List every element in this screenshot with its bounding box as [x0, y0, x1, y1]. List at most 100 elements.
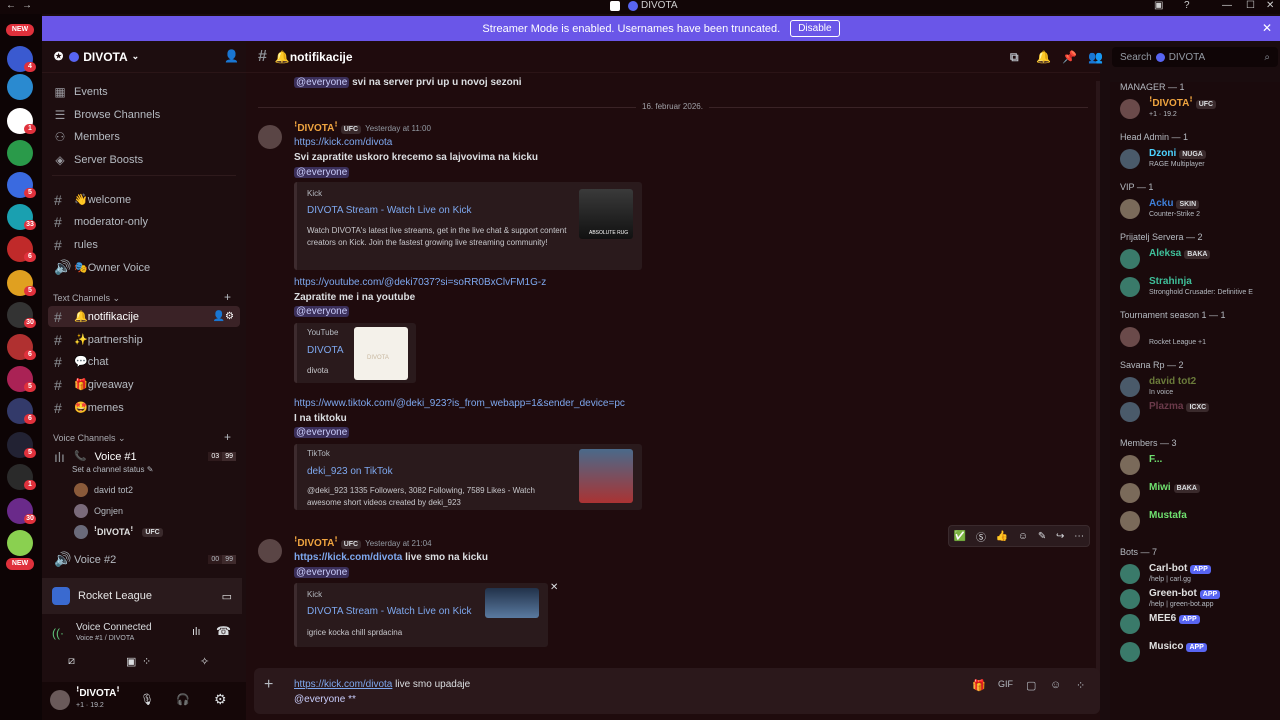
thumbs-up-icon[interactable]: 👍	[996, 531, 1008, 542]
author-name[interactable]: ꜝDIVOTAꜝ	[294, 123, 338, 134]
message-link[interactable]: https://kick.com/divota	[294, 552, 402, 563]
edit-icon[interactable]: ✎	[1038, 531, 1046, 542]
member-row[interactable]: david tot2 In voice	[1120, 375, 1280, 399]
camera-off-icon[interactable]: ⧄	[68, 655, 75, 668]
server-icon[interactable]	[7, 74, 33, 100]
member-row[interactable]: Dzoni NUGA RAGE Multiplayer	[1120, 147, 1280, 171]
help-icon[interactable]: ?	[1184, 0, 1190, 11]
embed-thumbnail[interactable]	[579, 449, 633, 503]
gift-icon[interactable]: 🎁	[972, 679, 986, 692]
member-row[interactable]: Aleksa BAKA	[1120, 247, 1280, 271]
everyone-mention[interactable]: @everyone	[294, 77, 350, 88]
tiktok-link[interactable]: https://www.tiktok.com/@deki_923?is_from…	[294, 398, 625, 409]
channel-giveaway[interactable]: # 🎁giveaway	[48, 374, 240, 395]
embed-thumbnail[interactable]: ABSOLUTE RUG	[579, 189, 633, 239]
voice-connected-sub[interactable]: Voice #1 / DIVOTA	[76, 635, 134, 642]
add-reaction-icon[interactable]: ☺	[1018, 531, 1028, 542]
member-row[interactable]: Acku SKIN Counter-Strike 2	[1120, 197, 1280, 221]
embed-title[interactable]: DIVOTA Stream - Watch Live on Kick	[307, 606, 472, 617]
voice-channel-2[interactable]: 🔊 Voice #2 00 99	[48, 549, 240, 570]
embed-thumbnail[interactable]	[485, 588, 539, 618]
member-row[interactable]: Miwi BAKA	[1120, 481, 1280, 505]
youtube-link[interactable]: https://youtube.com/@deki7037?si=soRR0Bx…	[294, 277, 546, 288]
voice-user[interactable]: david tot2	[74, 483, 133, 497]
screen-share-icon[interactable]: ▣	[126, 655, 136, 668]
server-icon[interactable]	[7, 530, 33, 556]
soundboard-icon[interactable]: ✧	[200, 655, 209, 668]
channel-partnership[interactable]: # ✨partnership	[48, 329, 240, 350]
voice-channel-1[interactable]: ılı 📞 Voice #1 03 99	[48, 446, 240, 467]
member-row[interactable]: MEE6 APP	[1120, 612, 1280, 636]
everyone-mention[interactable]: @everyone	[294, 167, 350, 178]
threads-icon[interactable]: ⧉	[1010, 50, 1019, 65]
channel-memes[interactable]: # 🤩memes	[48, 397, 240, 418]
attach-plus-icon[interactable]: +	[264, 676, 273, 694]
sticker-icon[interactable]: ▢	[1026, 679, 1036, 692]
nav-browse-channels[interactable]: ☰ Browse Channels	[54, 105, 161, 125]
close-banner-icon[interactable]: ✕	[1262, 21, 1272, 35]
emoji-icon[interactable]: ☺	[1050, 679, 1061, 691]
remove-embed-icon[interactable]: ✕	[550, 582, 558, 593]
channel-welcome[interactable]: # 👋welcome	[48, 189, 240, 210]
member-list-icon[interactable]: 👥	[1088, 50, 1103, 64]
nav-events[interactable]: ▦ Events	[54, 82, 107, 102]
everyone-mention[interactable]: @everyone	[294, 427, 350, 438]
author-name[interactable]: ꜝDIVOTAꜝ	[294, 538, 338, 549]
gif-icon[interactable]: GIF	[998, 679, 1013, 689]
apps-icon[interactable]: ⁘	[1076, 679, 1085, 692]
more-icon[interactable]: ⋯	[1074, 531, 1084, 542]
channel-notifikacije[interactable]: # 🔔notifikacije 👤⚙	[48, 306, 240, 327]
bell-icon[interactable]: 🔔	[1036, 50, 1051, 64]
settings-icon[interactable]: ⚙	[214, 691, 227, 708]
text-channels-category[interactable]: Text Channels ⌄	[53, 293, 120, 304]
microphone-icon[interactable]: 🎙	[140, 693, 154, 706]
disable-button[interactable]: Disable	[790, 20, 840, 37]
add-text-channel-icon[interactable]: +	[224, 290, 231, 304]
message-link[interactable]: https://kick.com/divota	[294, 137, 392, 148]
voice-channels-category[interactable]: Voice Channels ⌄	[53, 433, 126, 444]
close-window-icon[interactable]: ✕	[1266, 0, 1274, 11]
channel-status[interactable]: Set a channel status ✎	[72, 465, 153, 474]
maximize-icon[interactable]: ☐	[1246, 0, 1255, 11]
noise-suppression-icon[interactable]: ılı	[192, 626, 201, 638]
check-reaction-icon[interactable]: ✅	[954, 531, 966, 542]
invite-settings-icon[interactable]: 👤⚙	[213, 311, 234, 322]
voice-user[interactable]: Ognjen	[74, 504, 123, 518]
add-voice-channel-icon[interactable]: +	[224, 430, 231, 444]
screen-icon[interactable]: ▭	[222, 590, 232, 603]
forward-icon[interactable]: ↪	[1056, 531, 1064, 542]
avatar[interactable]	[258, 539, 282, 563]
embed-thumbnail[interactable]: DIVOTA	[354, 327, 408, 380]
member-row[interactable]: Musico APP	[1120, 640, 1280, 664]
server-header[interactable]: ✪ DIVOTA ⌄ 👤	[42, 41, 246, 73]
search-input[interactable]: Search DIVOTA ⌕	[1112, 47, 1278, 67]
pin-icon[interactable]: 📌	[1062, 50, 1077, 64]
embed-title[interactable]: DIVOTA Stream - Watch Live on Kick	[307, 205, 472, 216]
everyone-mention[interactable]: @everyone	[294, 306, 350, 317]
voice-user[interactable]: ꜝDIVOTAꜝ UFC	[74, 525, 163, 539]
back-icon[interactable]: ←	[6, 0, 16, 11]
activities-icon[interactable]: ⁘	[142, 655, 151, 668]
member-row[interactable]: Carl-bot APP/help | carl.gg	[1120, 562, 1280, 586]
inbox-icon[interactable]: ▣	[1154, 0, 1163, 11]
member-row[interactable]: Strahinja Stronghold Crusader: Definitive…	[1120, 275, 1280, 299]
nav-server-boosts[interactable]: ◈ Server Boosts	[54, 150, 143, 170]
avatar[interactable]	[50, 690, 70, 710]
member-row[interactable]: ꜝDIVOTAꜝ UFC +1 · 19.2	[1120, 97, 1280, 121]
member-row[interactable]: F...	[1120, 453, 1280, 477]
disconnect-icon[interactable]: ☎	[216, 624, 231, 638]
server-reaction-icon[interactable]: Ⓢ	[976, 529, 986, 544]
nav-members[interactable]: ⚇ Members	[54, 127, 120, 147]
headphones-icon[interactable]: 🎧	[176, 693, 190, 706]
avatar[interactable]	[258, 125, 282, 149]
channel-rules[interactable]: # rules	[48, 234, 240, 255]
minimize-icon[interactable]: —	[1222, 0, 1232, 11]
message-input[interactable]: https://kick.com/divota live smo upadaje	[294, 679, 470, 690]
member-row[interactable]: Rocket League +1	[1120, 325, 1280, 349]
server-icon[interactable]	[7, 140, 33, 166]
activity-panel[interactable]: Rocket League ▭	[42, 578, 242, 614]
member-row[interactable]: Green-bot APP/help | green-bot.app	[1120, 587, 1280, 611]
add-member-icon[interactable]: 👤	[224, 49, 239, 63]
scrollbar[interactable]	[1096, 81, 1100, 681]
member-row[interactable]: Plazma ICXC	[1120, 400, 1280, 424]
